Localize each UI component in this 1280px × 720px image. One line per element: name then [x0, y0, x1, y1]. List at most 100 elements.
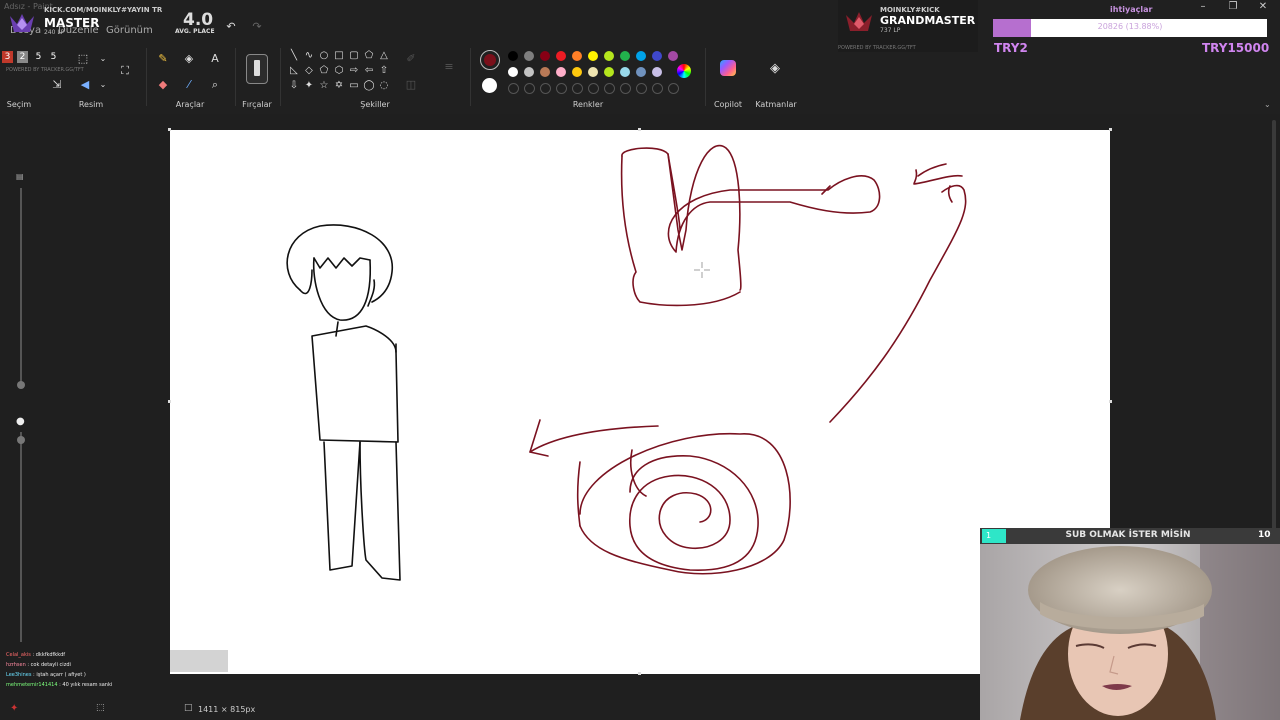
custom-color-slot[interactable] [572, 83, 583, 94]
down-arrow-shape-icon[interactable]: ⇩ [288, 80, 300, 92]
polygon-shape-icon[interactable]: ⬠ [363, 50, 375, 62]
divider [146, 48, 147, 106]
palette-swatch[interactable] [604, 51, 614, 61]
palette-swatch[interactable] [508, 67, 518, 77]
canvas-handle-top[interactable] [638, 128, 641, 131]
custom-color-slot[interactable] [652, 83, 663, 94]
close-button[interactable]: ✕ [1248, 0, 1278, 14]
left-arrow-shape-icon[interactable]: ⇦ [363, 65, 375, 77]
diamond-shape-icon[interactable]: ◇ [303, 65, 315, 77]
canvas-handle-top-right[interactable] [1109, 128, 1112, 131]
palette-swatch[interactable] [636, 51, 646, 61]
undo-icon[interactable]: ↶ [224, 20, 238, 34]
palette-swatch[interactable] [620, 51, 630, 61]
secondary-color-button[interactable] [482, 78, 497, 93]
custom-color-slot[interactable] [556, 83, 567, 94]
right-arrow-shape-icon[interactable]: ⇨ [348, 65, 360, 77]
palette-swatch[interactable] [540, 51, 550, 61]
palette-swatch[interactable] [620, 67, 630, 77]
canvas-handle-left[interactable] [168, 400, 171, 403]
palette-swatch[interactable] [588, 67, 598, 77]
palette-swatch[interactable] [652, 67, 662, 77]
chevron-down-icon[interactable]: ⌄ [96, 52, 110, 66]
opacity-slider-track[interactable] [20, 432, 22, 642]
custom-color-slot[interactable] [540, 83, 551, 94]
primary-color-button[interactable] [480, 50, 500, 70]
crop-icon[interactable]: ⛶ [118, 64, 132, 78]
palette-swatch[interactable] [572, 51, 582, 61]
pentagon-shape-icon[interactable]: ⬠ [318, 65, 330, 77]
callout-oval-shape-icon[interactable]: ◯ [363, 80, 375, 92]
select-icon[interactable]: ⬚ [76, 52, 90, 66]
text-icon[interactable]: A [208, 52, 222, 66]
custom-color-slot[interactable] [636, 83, 647, 94]
palette-swatch[interactable] [556, 67, 566, 77]
magnifier-icon[interactable]: ⌕ [208, 78, 222, 92]
pencil-icon[interactable]: ✎ [156, 52, 170, 66]
custom-color-slot[interactable] [524, 83, 535, 94]
palette-swatch[interactable] [524, 51, 534, 61]
menu-view[interactable]: Görünüm [106, 25, 153, 36]
canvas-handle-bottom[interactable] [638, 672, 641, 675]
layers-panel-icon[interactable]: ▤ [16, 172, 24, 181]
callout-rect-shape-icon[interactable]: ▭ [348, 80, 360, 92]
layers-icon[interactable]: ◈ [768, 62, 782, 76]
resize-icon[interactable]: ⇲ [50, 78, 64, 92]
palette-swatch[interactable] [636, 67, 646, 77]
group-image-label: Resim [78, 100, 104, 109]
six-point-star-shape-icon[interactable]: ✡ [333, 80, 345, 92]
eraser-icon[interactable]: ◆ [156, 78, 170, 92]
collapse-ribbon-icon[interactable]: ⌄ [1264, 100, 1271, 109]
oval-shape-icon[interactable]: ○ [318, 50, 330, 62]
curve-shape-icon[interactable]: ∿ [303, 50, 315, 62]
palette-swatch[interactable] [556, 51, 566, 61]
brush-button[interactable] [246, 54, 268, 84]
right-triangle-shape-icon[interactable]: ◺ [288, 65, 300, 77]
rounded-rect-shape-icon[interactable]: ▢ [348, 50, 360, 62]
palette-swatch[interactable] [540, 67, 550, 77]
chat-text: dkkfkdfkkdf [35, 652, 66, 658]
canvas-handle-right[interactable] [1109, 400, 1112, 403]
palette-swatch[interactable] [508, 51, 518, 61]
triangle-shape-icon[interactable]: △ [378, 50, 390, 62]
size-slider-track[interactable] [20, 188, 22, 388]
custom-color-slot[interactable] [508, 83, 519, 94]
custom-color-slot[interactable] [620, 83, 631, 94]
up-arrow-shape-icon[interactable]: ⇧ [378, 65, 390, 77]
maximize-button[interactable]: ❐ [1218, 0, 1248, 14]
copilot-icon[interactable] [720, 60, 736, 76]
redo-icon[interactable]: ↷ [250, 20, 264, 34]
copilot-label[interactable]: Copilot [710, 100, 746, 109]
canvas-handle-top-left[interactable] [168, 128, 171, 131]
chevron-down-icon[interactable]: ⌄ [96, 78, 110, 92]
four-point-star-shape-icon[interactable]: ✦ [303, 80, 315, 92]
chat-user: hzrhsen [6, 662, 26, 668]
outline-icon[interactable]: ✐ [404, 52, 418, 66]
minimize-button[interactable]: – [1188, 0, 1218, 14]
palette-swatch[interactable] [572, 67, 582, 77]
opacity-slider-thumb[interactable] [17, 436, 25, 444]
palette-swatch[interactable] [604, 67, 614, 77]
stroke-size-icon[interactable]: ≡ [442, 60, 456, 74]
custom-color-slot[interactable] [588, 83, 599, 94]
layers-label[interactable]: Katmanlar [754, 100, 798, 109]
palette-swatch[interactable] [652, 51, 662, 61]
drawing-canvas[interactable] [170, 130, 1110, 674]
palette-swatch[interactable] [588, 51, 598, 61]
rectangle-shape-icon[interactable]: □ [333, 50, 345, 62]
callout-cloud-shape-icon[interactable]: ◌ [378, 80, 390, 92]
fill-icon[interactable]: ◈ [182, 52, 196, 66]
opacity-icon[interactable]: ● [16, 416, 25, 427]
star-shape-icon[interactable]: ☆ [318, 80, 330, 92]
custom-color-slot[interactable] [604, 83, 615, 94]
shape-fill-icon[interactable]: ◫ [404, 78, 418, 92]
hexagon-shape-icon[interactable]: ⬡ [333, 65, 345, 77]
custom-color-slot[interactable] [668, 83, 679, 94]
rotate-icon[interactable]: ◀ [78, 78, 92, 92]
palette-swatch[interactable] [524, 67, 534, 77]
size-slider-thumb[interactable] [17, 381, 25, 389]
line-shape-icon[interactable]: ╲ [288, 50, 300, 62]
edit-colors-icon[interactable] [677, 64, 691, 78]
palette-swatch[interactable] [668, 51, 678, 61]
color-picker-icon[interactable]: ⁄ [182, 78, 196, 92]
